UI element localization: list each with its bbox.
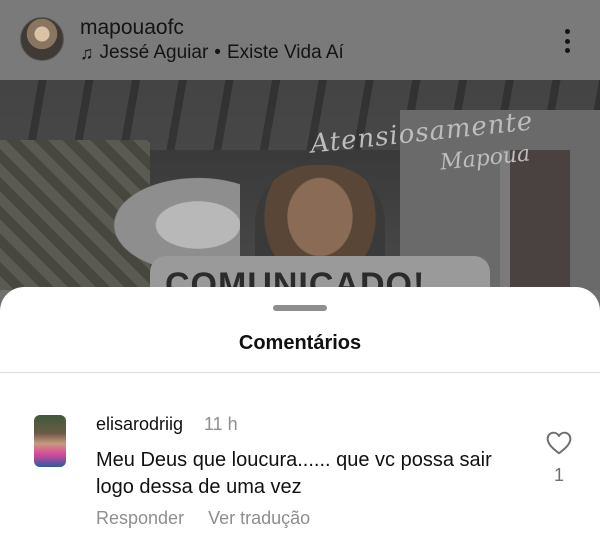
translate-button[interactable]: Ver tradução: [208, 508, 310, 529]
comment-text: Meu Deus que loucura...... que vc possa …: [96, 449, 492, 498]
music-info[interactable]: ♫ Jessé Aguiar • Existe Vida Aí: [80, 42, 344, 64]
comment-time: 11 h: [204, 414, 238, 434]
post-username[interactable]: mapouaofc: [80, 16, 184, 40]
music-track: Existe Vida Aí: [226, 42, 344, 63]
post-header: mapouaofc ♫ Jessé Aguiar • Existe Vida A…: [0, 0, 600, 80]
image-door: [500, 150, 570, 290]
comment-actions: Responder Ver tradução: [96, 508, 310, 529]
comments-sheet: Comentários elisarodriig 11 h Meu Deus q…: [0, 287, 600, 544]
sheet-drag-handle[interactable]: [273, 305, 327, 311]
music-separator: •: [214, 42, 221, 63]
post-image: Atensiosamente Mapoua COMUNICADO!: [0, 80, 600, 290]
comment-avatar[interactable]: [34, 415, 66, 467]
music-artist: Jessé Aguiar: [99, 42, 209, 63]
music-note-icon: ♫: [80, 42, 94, 63]
sheet-divider: [0, 372, 600, 373]
post-author-avatar[interactable]: [20, 17, 64, 61]
more-options-icon[interactable]: [552, 26, 582, 56]
like-count: 1: [553, 465, 564, 485]
reply-button[interactable]: Responder: [96, 508, 184, 529]
sheet-title: Comentários: [238, 332, 362, 354]
heart-outline-icon[interactable]: [546, 431, 572, 455]
comment-username[interactable]: elisarodriig: [96, 414, 183, 435]
